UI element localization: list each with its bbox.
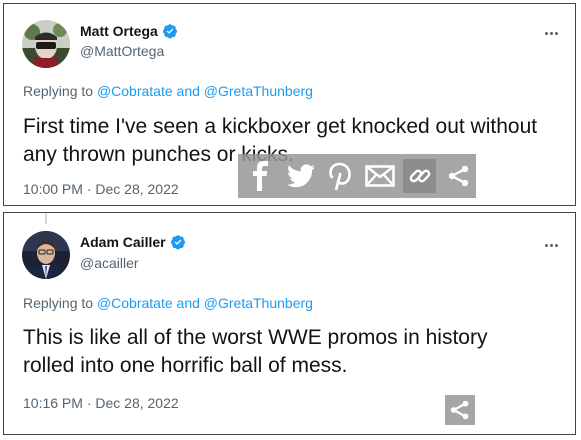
avatar[interactable] (22, 20, 70, 68)
username-handle[interactable]: @acailler (80, 255, 139, 271)
share-icon[interactable] (442, 159, 476, 193)
username-handle[interactable]: @MattOrtega (80, 43, 164, 59)
author-row: Adam Cailler (80, 234, 186, 250)
tweet-timestamp[interactable]: 10:16 PM · Dec 28, 2022 (23, 395, 179, 411)
pinterest-icon[interactable] (323, 159, 357, 193)
mention-joiner: and (176, 295, 200, 311)
reply-context: Replying to @Cobratate and @GretaThunber… (23, 83, 313, 99)
display-name[interactable]: Adam Cailler (80, 234, 166, 250)
mention-link[interactable]: @Cobratate (97, 83, 173, 99)
more-options-icon[interactable] (541, 26, 561, 40)
share-icon[interactable] (445, 395, 475, 425)
tweet-card[interactable]: Adam Cailler @acailler Replying to @Cobr… (3, 212, 576, 435)
verified-badge-icon (170, 235, 185, 250)
mention-link[interactable]: @GretaThunberg (204, 295, 313, 311)
email-icon[interactable] (363, 159, 397, 193)
link-icon[interactable] (402, 159, 437, 193)
mention-link[interactable]: @GretaThunberg (204, 83, 313, 99)
verified-badge-icon (162, 24, 177, 39)
facebook-icon[interactable] (244, 159, 278, 193)
social-share-bar (238, 154, 476, 198)
mention-joiner: and (176, 83, 200, 99)
thread-connector (45, 213, 47, 224)
avatar[interactable] (22, 231, 70, 279)
display-name[interactable]: Matt Ortega (80, 23, 158, 39)
tweet-text: This is like all of the worst WWE promos… (23, 326, 488, 377)
author-row: Matt Ortega (80, 23, 178, 39)
mention-link[interactable]: @Cobratate (97, 295, 173, 311)
reply-context: Replying to @Cobratate and @GretaThunber… (23, 295, 313, 311)
more-options-icon[interactable] (541, 238, 561, 252)
replying-label: Replying to (23, 295, 94, 311)
tweet-timestamp[interactable]: 10:00 PM · Dec 28, 2022 (23, 181, 179, 197)
replying-label: Replying to (23, 83, 94, 99)
twitter-icon[interactable] (284, 159, 318, 193)
